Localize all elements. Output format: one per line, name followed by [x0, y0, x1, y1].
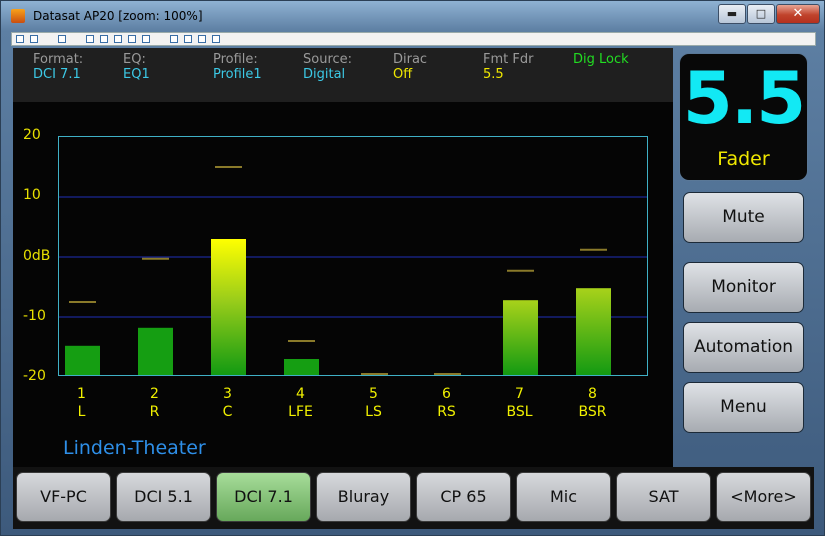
info-source: Source: Digital: [303, 52, 352, 82]
fader-label: Fader: [717, 148, 770, 170]
level-meter-svg: [59, 166, 647, 375]
tab-sat[interactable]: SAT: [616, 472, 711, 522]
toolbar-square-icon[interactable]: [114, 35, 122, 43]
channel-label-c: 3C: [203, 385, 253, 421]
toolbar-strip: [11, 32, 816, 46]
info-value: Profile1: [213, 67, 262, 82]
channel-name: BSL: [506, 404, 533, 420]
level-meter-chart: [58, 136, 648, 376]
info-label: Profile:: [213, 52, 258, 67]
info-format-fader: Fmt Fdr 5.5: [483, 52, 533, 82]
info-label: Format:: [33, 52, 84, 67]
info-label: Source:: [303, 52, 353, 67]
channel-name: RS: [437, 404, 456, 420]
tab-more[interactable]: <More>: [716, 472, 811, 522]
channel-label-bsr: 8 BSR: [568, 385, 618, 421]
level-bar-bsr: [576, 288, 611, 375]
mute-button[interactable]: Mute: [683, 192, 804, 243]
channel-number: 5: [369, 386, 378, 402]
info-profile: Profile: Profile1: [213, 52, 262, 82]
channel-number: 7: [515, 386, 524, 402]
channel-number: 1: [77, 386, 86, 402]
channel-number: 6: [442, 386, 451, 402]
toolbar-square-icon[interactable]: [30, 35, 38, 43]
tab-cp-65[interactable]: CP 65: [416, 472, 511, 522]
channel-label-r: 2R: [130, 385, 180, 421]
channel-label-lfe: 4 LFE: [276, 385, 326, 421]
maximize-icon[interactable]: □: [747, 4, 775, 24]
y-tick-label: 20: [23, 127, 41, 143]
info-label: Dirac: [393, 52, 428, 67]
y-tick-label: 0dB: [23, 248, 51, 264]
info-value: 5.5: [483, 67, 504, 82]
info-dig-lock: Dig Lock: [573, 52, 629, 67]
close-icon[interactable]: ✕: [776, 4, 820, 24]
level-meter-panel: 20 10 0dB -10 -20 1 L 2 R 3 C 4 LFE 5 LS 6 RS 7 BSL 8 B…: [13, 102, 673, 467]
toolbar-square-icon[interactable]: [58, 35, 66, 43]
level-bar-bsl: [503, 300, 538, 375]
channel-number: 2: [150, 386, 159, 402]
info-label: Fmt Fdr: [483, 52, 534, 67]
channel-label-l: 1L: [57, 385, 107, 421]
channel-number: 4: [296, 386, 305, 402]
channel-name: C: [222, 404, 233, 420]
info-value: EQ1: [123, 67, 150, 82]
tab-mic[interactable]: Mic: [516, 472, 611, 522]
toolbar-square-icon[interactable]: [100, 35, 108, 43]
info-format: Format: DCI 7.1: [33, 52, 83, 82]
monitor-button[interactable]: Monitor: [683, 262, 804, 313]
info-dirac: Dirac Off: [393, 52, 427, 82]
info-label: EQ:: [123, 52, 146, 67]
level-bar-c: [211, 239, 246, 375]
window-controls: ▬ □ ✕: [717, 4, 820, 24]
level-bar-l: [65, 345, 100, 375]
toolbar-square-icon[interactable]: [128, 35, 136, 43]
tab-bluray[interactable]: Bluray: [316, 472, 411, 522]
tab-vf-pc[interactable]: VF-PC: [16, 472, 111, 522]
theater-name: Linden-Theater: [63, 437, 206, 459]
title-bar[interactable]: Datasat AP20 [zoom: 100%] ▬ □ ✕: [1, 1, 825, 32]
y-tick-label: -20: [23, 368, 46, 384]
channel-label-bsl: 7 BSL: [495, 385, 545, 421]
menu-button[interactable]: Menu: [683, 382, 804, 433]
channel-name: LFE: [288, 404, 313, 420]
tab-dci-7-1[interactable]: DCI 7.1: [216, 472, 311, 522]
toolbar-square-icon[interactable]: [142, 35, 150, 43]
dig-lock-status: Dig Lock: [573, 52, 629, 67]
tab-dci-5-1[interactable]: DCI 5.1: [116, 472, 211, 522]
toolbar-square-icon[interactable]: [184, 35, 192, 43]
app-window: Datasat AP20 [zoom: 100%] ▬ □ ✕ Format: …: [0, 0, 825, 536]
channel-name: R: [149, 404, 160, 420]
channel-label-ls: 5 LS: [349, 385, 399, 421]
y-tick-label: 10: [23, 187, 41, 203]
toolbar-square-icon[interactable]: [16, 35, 24, 43]
channel-name: LS: [365, 404, 382, 420]
y-tick-label: -10: [23, 308, 46, 324]
info-eq: EQ: EQ1: [123, 52, 150, 82]
toolbar-square-icon[interactable]: [86, 35, 94, 43]
status-info-bar: Format: DCI 7.1 EQ: EQ1 Profile: Profile…: [13, 48, 673, 102]
info-value: DCI 7.1: [33, 67, 81, 82]
channel-name: L: [77, 404, 86, 420]
level-bar-r: [138, 327, 173, 375]
window-title: Datasat AP20 [zoom: 100%]: [33, 9, 203, 23]
toolbar-square-icon[interactable]: [170, 35, 178, 43]
minimize-icon[interactable]: ▬: [718, 4, 746, 24]
level-bar-lfe: [284, 359, 319, 375]
automation-button[interactable]: Automation: [683, 322, 804, 373]
channel-name: BSR: [578, 404, 607, 420]
channel-number: 3: [223, 386, 232, 402]
channel-number: 8: [588, 386, 597, 402]
info-value: Digital: [303, 67, 346, 82]
toolbar-square-icon[interactable]: [212, 35, 220, 43]
channel-label-rs: 6 RS: [422, 385, 472, 421]
info-value: Off: [393, 67, 413, 82]
fader-value: 5.5: [682, 56, 807, 140]
toolbar-square-icon[interactable]: [198, 35, 206, 43]
fader-display[interactable]: 5.5 Fader: [679, 53, 808, 181]
java-app-icon: [11, 9, 25, 23]
